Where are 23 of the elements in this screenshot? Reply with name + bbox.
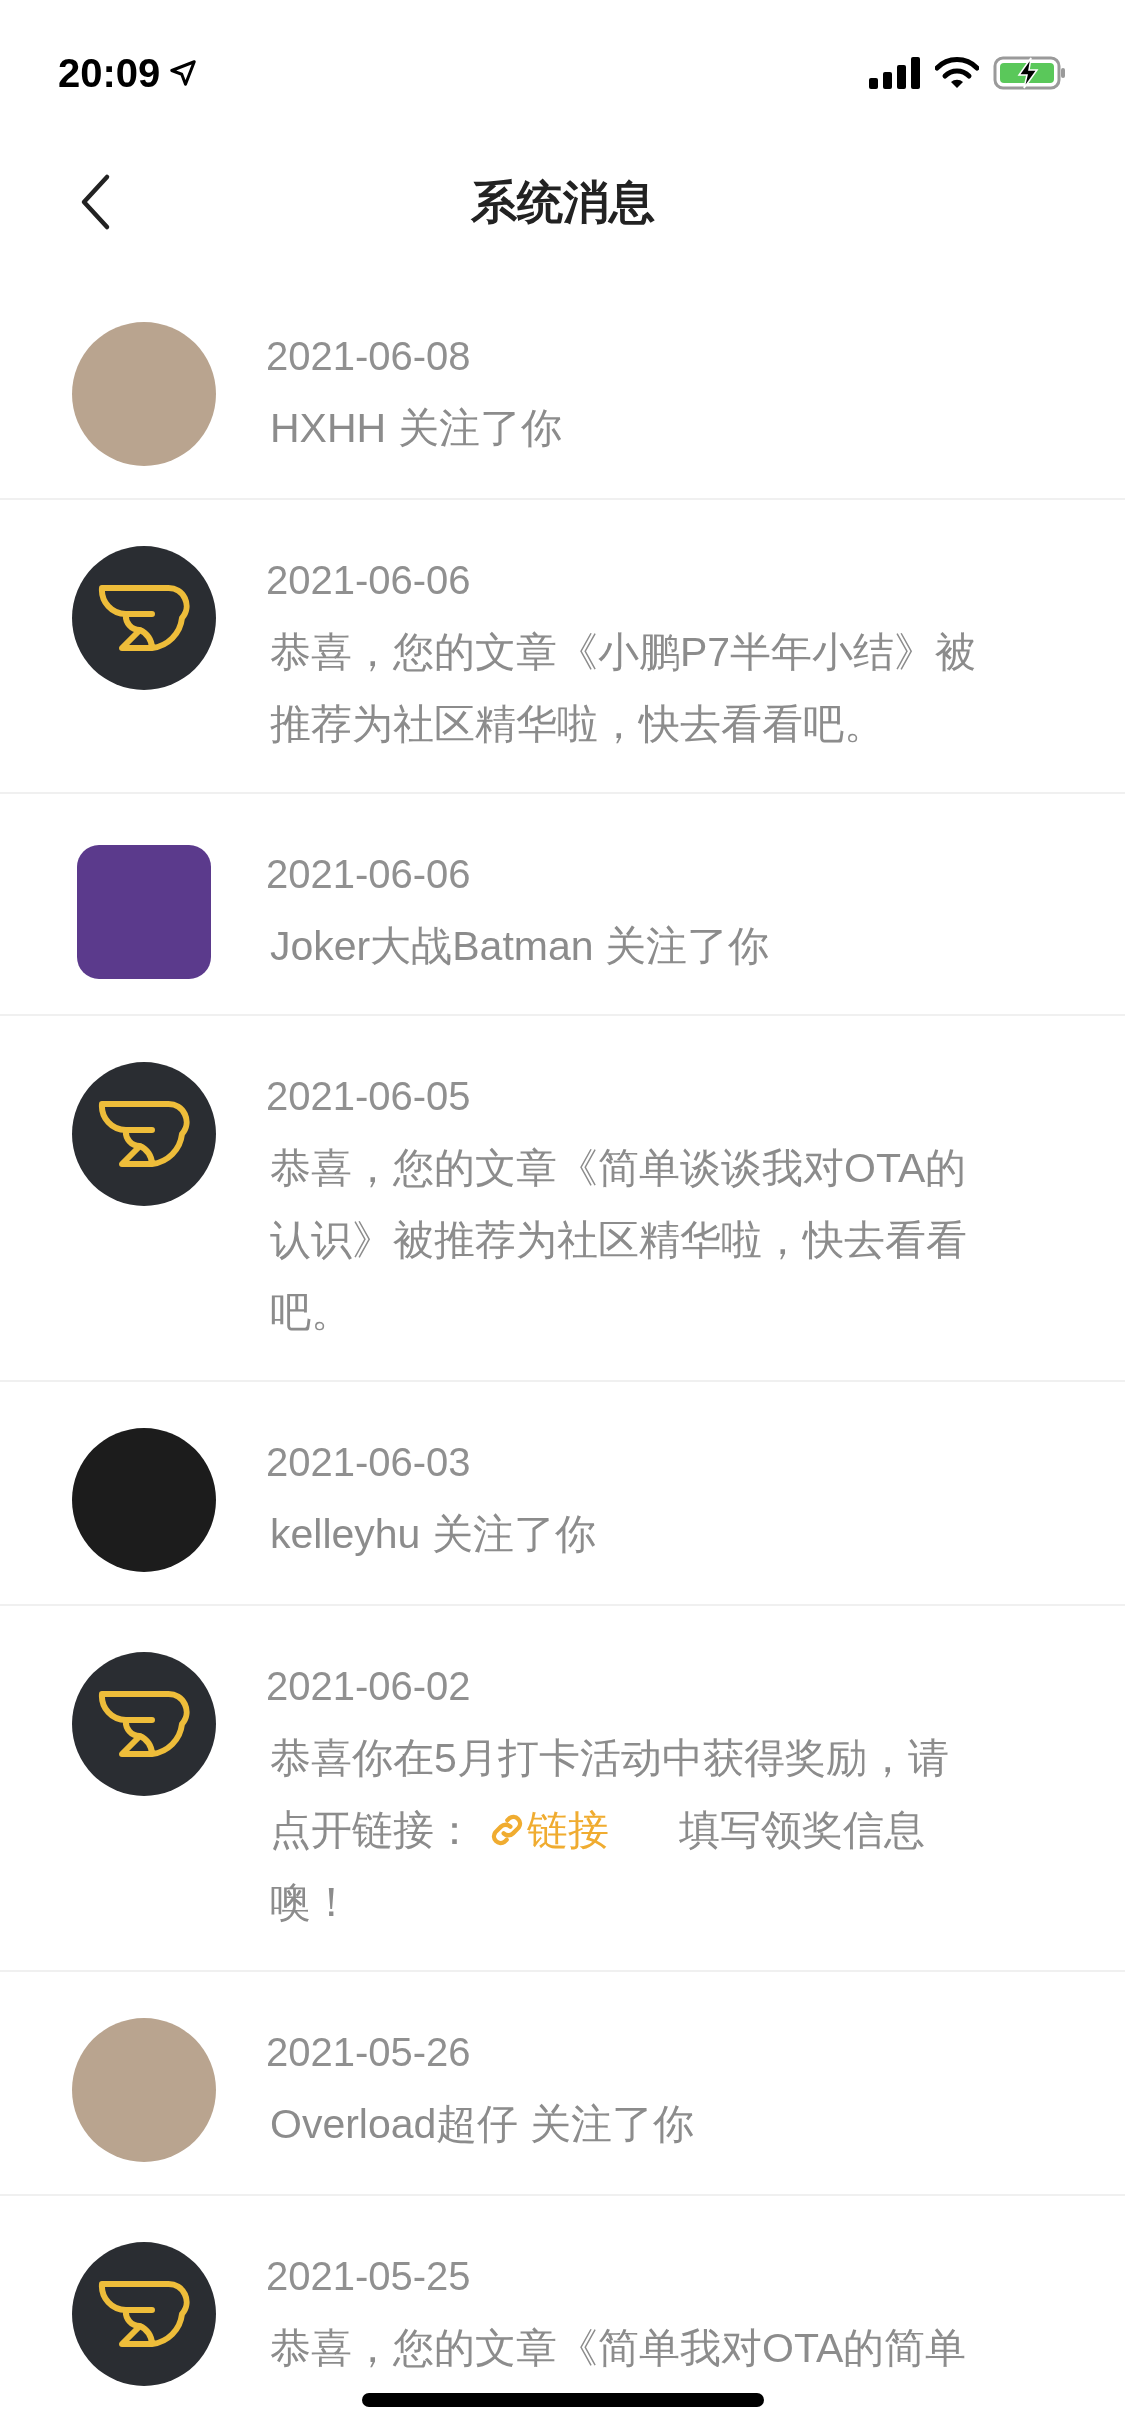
message-text: HXHH 关注了你 bbox=[269, 404, 563, 453]
signal-icon bbox=[869, 56, 921, 89]
link[interactable]: 链接 bbox=[487, 1807, 609, 1853]
message-date: 2021-05-26 bbox=[266, 2029, 472, 2076]
message-text: kelleyhu 关注了你 bbox=[269, 1510, 597, 1559]
message-date: 2021-06-03 bbox=[266, 1439, 472, 1486]
message-text: Joker大战Batman 关注了你 bbox=[269, 922, 770, 971]
message-date: 2021-05-25 bbox=[266, 2253, 472, 2300]
location-arrow-icon bbox=[168, 57, 199, 88]
status-time: 20:09 bbox=[58, 49, 161, 97]
page-title: 系统消息 bbox=[470, 175, 655, 230]
message-date: 2021-06-08 bbox=[266, 333, 472, 380]
message-text: 恭喜，您的文章《简单我对OTA的简单 bbox=[269, 2324, 968, 2373]
message-date: 2021-06-06 bbox=[266, 851, 472, 898]
battery-charging-icon bbox=[993, 55, 1067, 90]
wifi-icon bbox=[935, 56, 979, 89]
message-text: 恭喜，您的文章《小鹏P7半年小结》被推荐为社区精华啦，快去看看吧。 bbox=[269, 628, 978, 749]
message-date: 2021-06-06 bbox=[266, 557, 472, 604]
message-text: 恭喜，您的文章《简单谈谈我对OTA的认识》被推荐为社区精华啦，快去看看吧。 bbox=[269, 1144, 968, 1337]
message-date: 2021-06-05 bbox=[266, 1073, 472, 1120]
message-text: 恭喜你在5月打卡活动中获得奖励，请点开链接： 链接 填写领奖信息噢！ bbox=[269, 1734, 950, 1927]
message-text: Overload超仔 关注了你 bbox=[269, 2100, 695, 2149]
message-date: 2021-06-02 bbox=[266, 1663, 472, 1710]
